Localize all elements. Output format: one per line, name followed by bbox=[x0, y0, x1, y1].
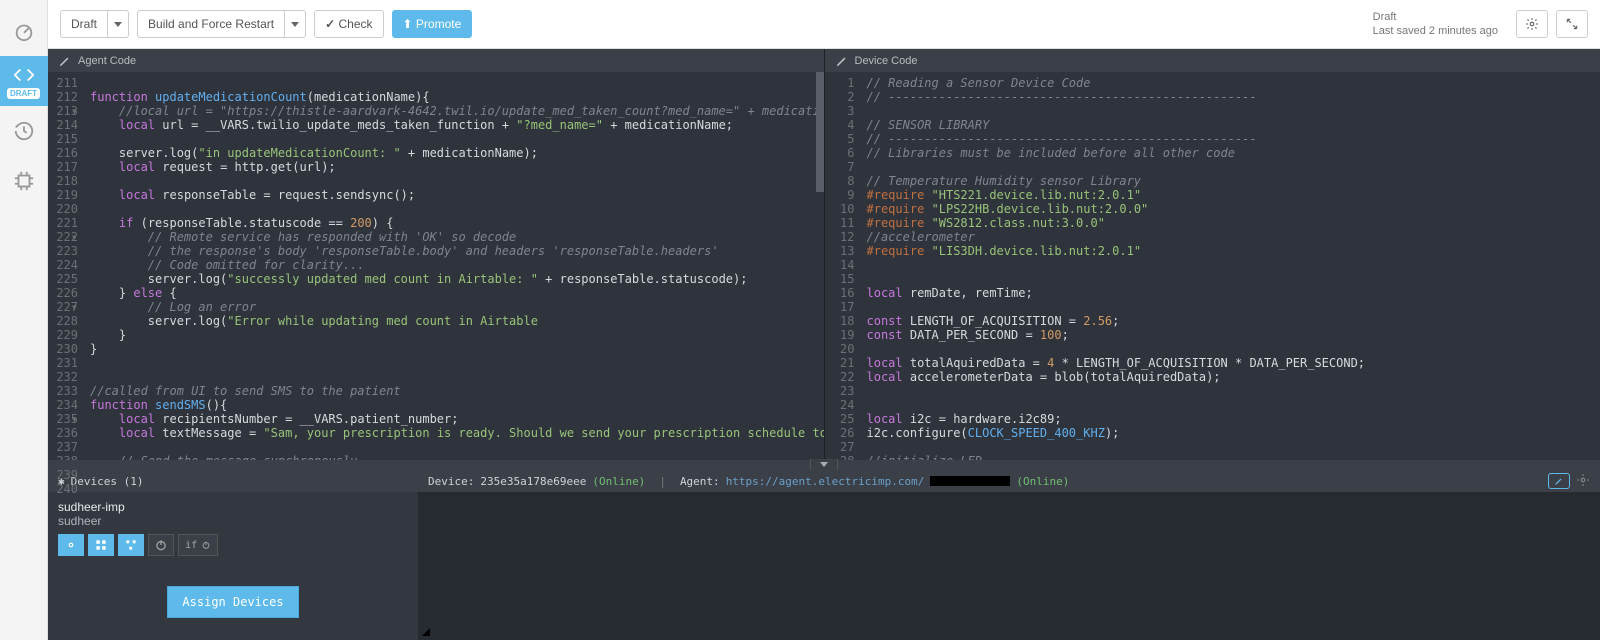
device-name[interactable]: sudheer-imp bbox=[58, 500, 408, 514]
log-divider: | bbox=[659, 475, 666, 488]
agent-pane-header: Agent Code bbox=[48, 49, 824, 72]
log-agent-url[interactable]: https://agent.electricimp.com/ bbox=[726, 475, 925, 488]
chip-icon bbox=[13, 170, 35, 192]
caret-down-icon bbox=[820, 462, 828, 467]
assign-devices-button[interactable]: Assign Devices bbox=[167, 586, 298, 618]
editors: Agent Code 211212 ▾213214215216217218219… bbox=[48, 49, 1600, 460]
redacted-segment bbox=[930, 476, 1010, 486]
agent-gutter: 211212 ▾213214215216217218219220221 ▾222… bbox=[48, 72, 84, 460]
pane-resize-handle[interactable] bbox=[48, 460, 1600, 470]
promote-button[interactable]: ⬆ Promote bbox=[392, 10, 473, 38]
device-buttons: if bbox=[58, 534, 408, 556]
devices-sidebar: ✱ Devices (1) sudheer-imp sudheer if Ass… bbox=[48, 470, 418, 640]
draft-caret[interactable] bbox=[107, 10, 129, 38]
devices-header: ✱ Devices (1) bbox=[48, 470, 418, 492]
log-panel: Device: 235e35a178e69eee (Online) | Agen… bbox=[418, 470, 1600, 640]
log-device-id: 235e35a178e69eee bbox=[480, 475, 586, 488]
history-icon bbox=[13, 120, 35, 142]
expand-icon bbox=[1565, 17, 1579, 31]
agent-code-area[interactable]: 211212 ▾213214215216217218219220221 ▾222… bbox=[48, 72, 824, 460]
power-icon bbox=[154, 538, 168, 552]
settings-button[interactable] bbox=[1516, 10, 1548, 38]
power-icon bbox=[201, 540, 211, 550]
check-button[interactable]: ✓ Check bbox=[314, 10, 383, 38]
status-line2: Last saved 2 minutes ago bbox=[1373, 24, 1498, 38]
promote-label: Promote bbox=[416, 17, 461, 31]
status-line1: Draft bbox=[1373, 10, 1498, 24]
caret-down-icon bbox=[114, 22, 122, 27]
resize-grip-icon[interactable] bbox=[422, 628, 430, 636]
save-status: Draft Last saved 2 minutes ago bbox=[1373, 10, 1498, 39]
log-header: Device: 235e35a178e69eee (Online) | Agen… bbox=[418, 470, 1600, 492]
device-settings-btn[interactable] bbox=[58, 534, 84, 556]
device-pane-header: Device Code bbox=[825, 49, 1600, 72]
device-pane-title: Device Code bbox=[855, 55, 918, 67]
log-device-label: Device: bbox=[428, 475, 474, 488]
device-conditional-btn[interactable]: if bbox=[178, 534, 218, 556]
gauge-icon bbox=[13, 20, 35, 42]
fullscreen-button[interactable] bbox=[1556, 10, 1588, 38]
device-tree-btn[interactable] bbox=[118, 534, 144, 556]
log-agent-label: Agent: bbox=[680, 475, 720, 488]
if-label: if bbox=[185, 540, 197, 551]
check-label: Check bbox=[338, 17, 372, 31]
bottom-panel: ✱ Devices (1) sudheer-imp sudheer if Ass… bbox=[48, 470, 1600, 640]
device-code-area[interactable]: 1234567891011121314151617181920212223242… bbox=[825, 72, 1600, 460]
caret-down-icon bbox=[291, 22, 299, 27]
agent-code[interactable]: function updateMedicationCount(medicatio… bbox=[84, 72, 824, 460]
device-gutter: 1234567891011121314151617181920212223242… bbox=[825, 72, 861, 460]
device-owner: sudheer bbox=[58, 514, 408, 528]
draft-badge: DRAFT bbox=[7, 88, 40, 99]
gear-icon bbox=[64, 538, 78, 552]
pencil-icon bbox=[58, 54, 72, 68]
code-icon bbox=[13, 64, 35, 86]
tree-icon bbox=[124, 538, 138, 552]
rail-history[interactable] bbox=[0, 106, 48, 156]
rail-code[interactable]: DRAFT bbox=[0, 56, 48, 106]
gear-icon bbox=[1576, 473, 1590, 487]
up-arrow-icon: ⬆ bbox=[403, 17, 413, 31]
check-icon: ✓ bbox=[325, 17, 335, 31]
agent-pane-title: Agent Code bbox=[78, 55, 136, 67]
rail-dashboard[interactable] bbox=[0, 6, 48, 56]
build-button[interactable]: Build and Force Restart bbox=[137, 10, 284, 38]
device-grid-btn[interactable] bbox=[88, 534, 114, 556]
pencil-icon bbox=[1554, 476, 1564, 486]
toolbar: Draft Build and Force Restart ✓ Check ⬆ … bbox=[48, 0, 1600, 49]
device-pane: Device Code 1234567891011121314151617181… bbox=[825, 49, 1600, 460]
log-body[interactable] bbox=[418, 492, 1600, 640]
draft-select[interactable]: Draft bbox=[60, 10, 107, 38]
log-filter-btn[interactable] bbox=[1548, 473, 1570, 489]
grid-icon bbox=[94, 538, 108, 552]
scroll-thumb[interactable] bbox=[816, 72, 824, 192]
pencil-icon bbox=[835, 54, 849, 68]
gear-icon bbox=[1525, 17, 1539, 31]
device-power-btn[interactable] bbox=[148, 534, 174, 556]
device-code[interactable]: // Reading a Sensor Device Code// ------… bbox=[861, 72, 1600, 460]
rail-chip[interactable] bbox=[0, 156, 48, 206]
left-rail: DRAFT bbox=[0, 0, 48, 640]
build-caret[interactable] bbox=[284, 10, 306, 38]
devices-header-label: Devices (1) bbox=[71, 475, 144, 488]
log-settings-btn[interactable] bbox=[1576, 473, 1590, 490]
agent-pane: Agent Code 211212 ▾213214215216217218219… bbox=[48, 49, 825, 460]
log-device-status: (Online) bbox=[592, 475, 645, 488]
log-agent-status: (Online) bbox=[1016, 475, 1069, 488]
